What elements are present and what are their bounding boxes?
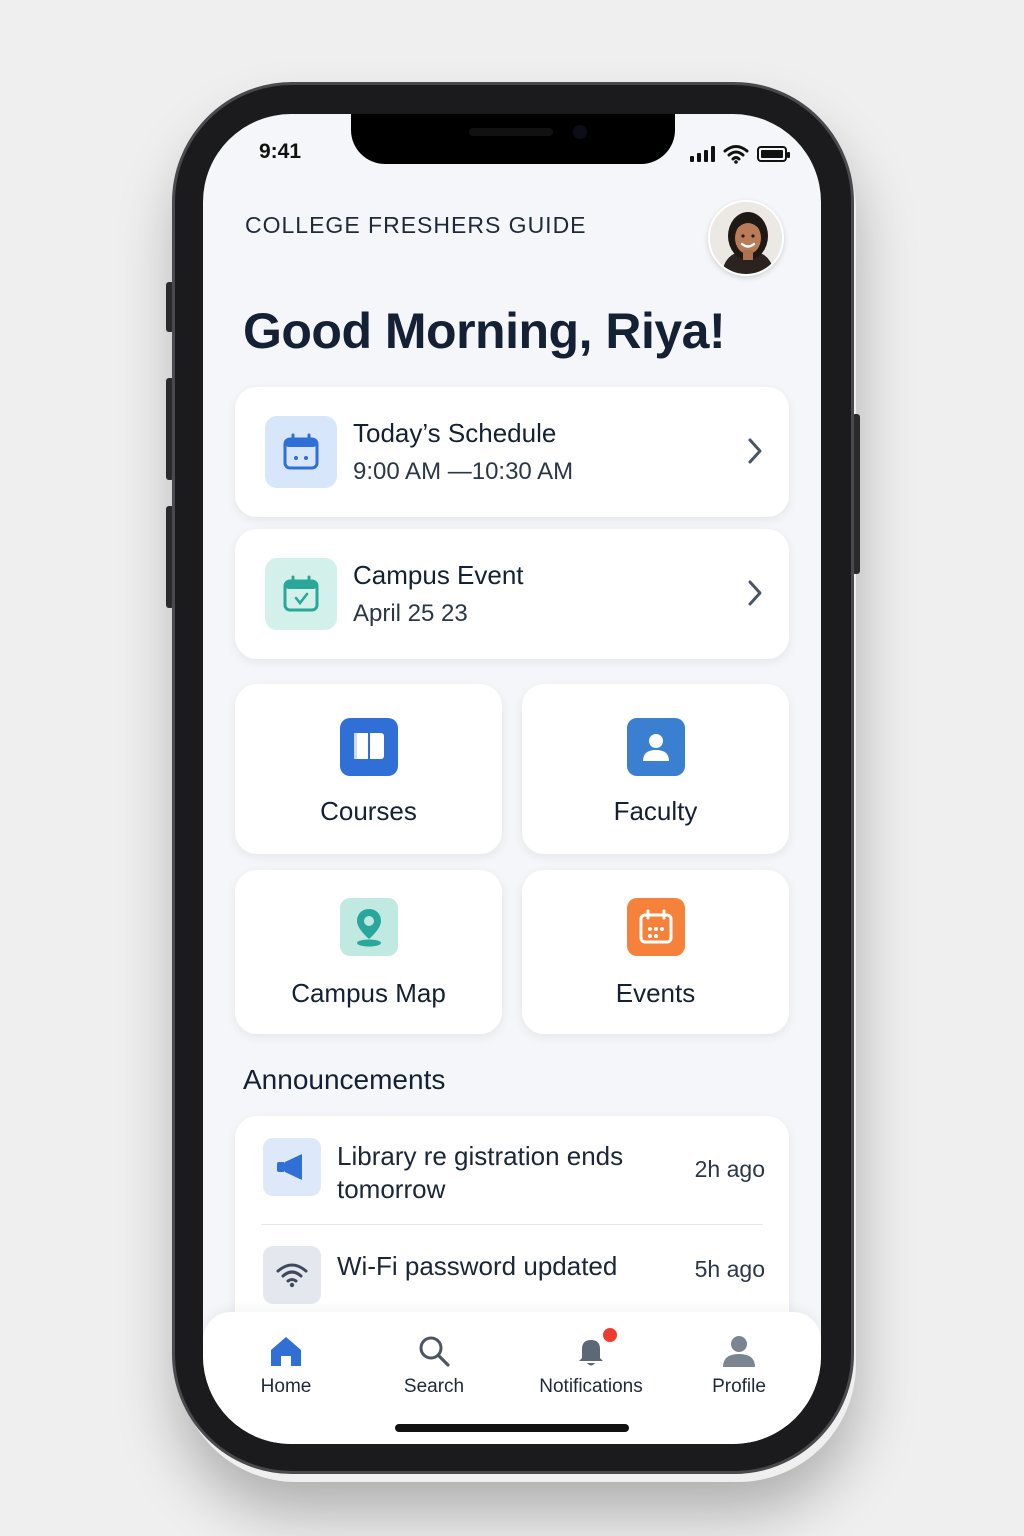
profile-icon <box>723 1336 755 1367</box>
tab-home[interactable]: Home <box>216 1334 356 1398</box>
calendar-check-icon <box>265 558 337 630</box>
phone-screen: 9:41 COLLEGE FRESHERS GUIDE Good Morning… <box>203 114 821 1444</box>
notification-badge <box>601 1326 619 1344</box>
notch <box>351 114 675 164</box>
app-title: COLLEGE FRESHERS GUIDE <box>245 212 587 238</box>
avatar[interactable] <box>708 200 784 276</box>
battery-icon <box>757 146 790 162</box>
events-label: Events <box>615 978 696 1008</box>
speaker <box>469 128 553 136</box>
event-date: April 25 23 <box>353 600 468 627</box>
status-time: 9:41 <box>259 140 302 163</box>
cellular-signal-icon <box>690 146 715 162</box>
tab-home-label: Home <box>260 1376 312 1397</box>
courses-tile[interactable]: Courses <box>235 684 502 854</box>
announcements-title: Announcements <box>243 1064 446 1095</box>
home-icon <box>271 1337 301 1366</box>
front-camera <box>573 125 587 139</box>
book-icon <box>339 718 398 776</box>
faculty-label: Faculty <box>613 796 698 826</box>
calendar-icon <box>265 416 337 488</box>
chevron-right-icon <box>748 438 762 464</box>
tab-notifications-label: Notifications <box>539 1376 643 1397</box>
schedule-time: 9:00 AM —10:30 AM <box>353 458 574 485</box>
map-pin-icon <box>339 898 398 956</box>
tab-search-label: Search <box>403 1376 465 1397</box>
calendar-icon <box>626 898 685 956</box>
schedule-title: Today’s Schedule <box>353 418 557 448</box>
todays-schedule-card[interactable]: Today’s Schedule 9:00 AM —10:30 AM <box>235 387 789 517</box>
event-title: Campus Event <box>353 560 524 590</box>
campus-event-card[interactable]: Campus Event April 25 23 <box>235 529 789 659</box>
events-tile[interactable]: Events <box>522 870 789 1034</box>
avatar-portrait <box>710 202 782 274</box>
tab-bar: Home Search Notifications Profile <box>203 1312 821 1444</box>
campus-map-label: Campus Map <box>291 978 446 1008</box>
faculty-tile[interactable]: Faculty <box>522 684 789 854</box>
announcement-time: 2h ago <box>694 1156 765 1182</box>
search-icon <box>419 1336 450 1367</box>
announcement-text: Wi-Fi password updated <box>337 1251 618 1281</box>
campus-map-tile[interactable]: Campus Map <box>235 870 502 1034</box>
divider <box>261 1224 763 1225</box>
person-icon <box>626 718 685 776</box>
tab-notifications[interactable]: Notifications <box>521 1326 661 1398</box>
chevron-right-icon <box>748 580 762 606</box>
home-indicator <box>395 1424 629 1432</box>
tab-profile-label: Profile <box>712 1376 766 1397</box>
announcement-time: 5h ago <box>694 1256 765 1282</box>
announcement-text: Library re gistration ends tomorrow <box>337 1140 657 1206</box>
announcement-text-line1: Library re gistration ends <box>337 1141 624 1171</box>
greeting: Good Morning, Riya! <box>243 303 726 359</box>
courses-label: Courses <box>320 796 417 826</box>
wifi-status-icon <box>723 145 749 164</box>
status-icons <box>690 144 790 164</box>
wifi-icon <box>263 1246 321 1304</box>
tab-search[interactable]: Search <box>364 1334 504 1398</box>
announcement-text-line2: tomorrow <box>337 1174 446 1204</box>
megaphone-icon <box>263 1138 321 1196</box>
tab-profile[interactable]: Profile <box>669 1334 809 1398</box>
